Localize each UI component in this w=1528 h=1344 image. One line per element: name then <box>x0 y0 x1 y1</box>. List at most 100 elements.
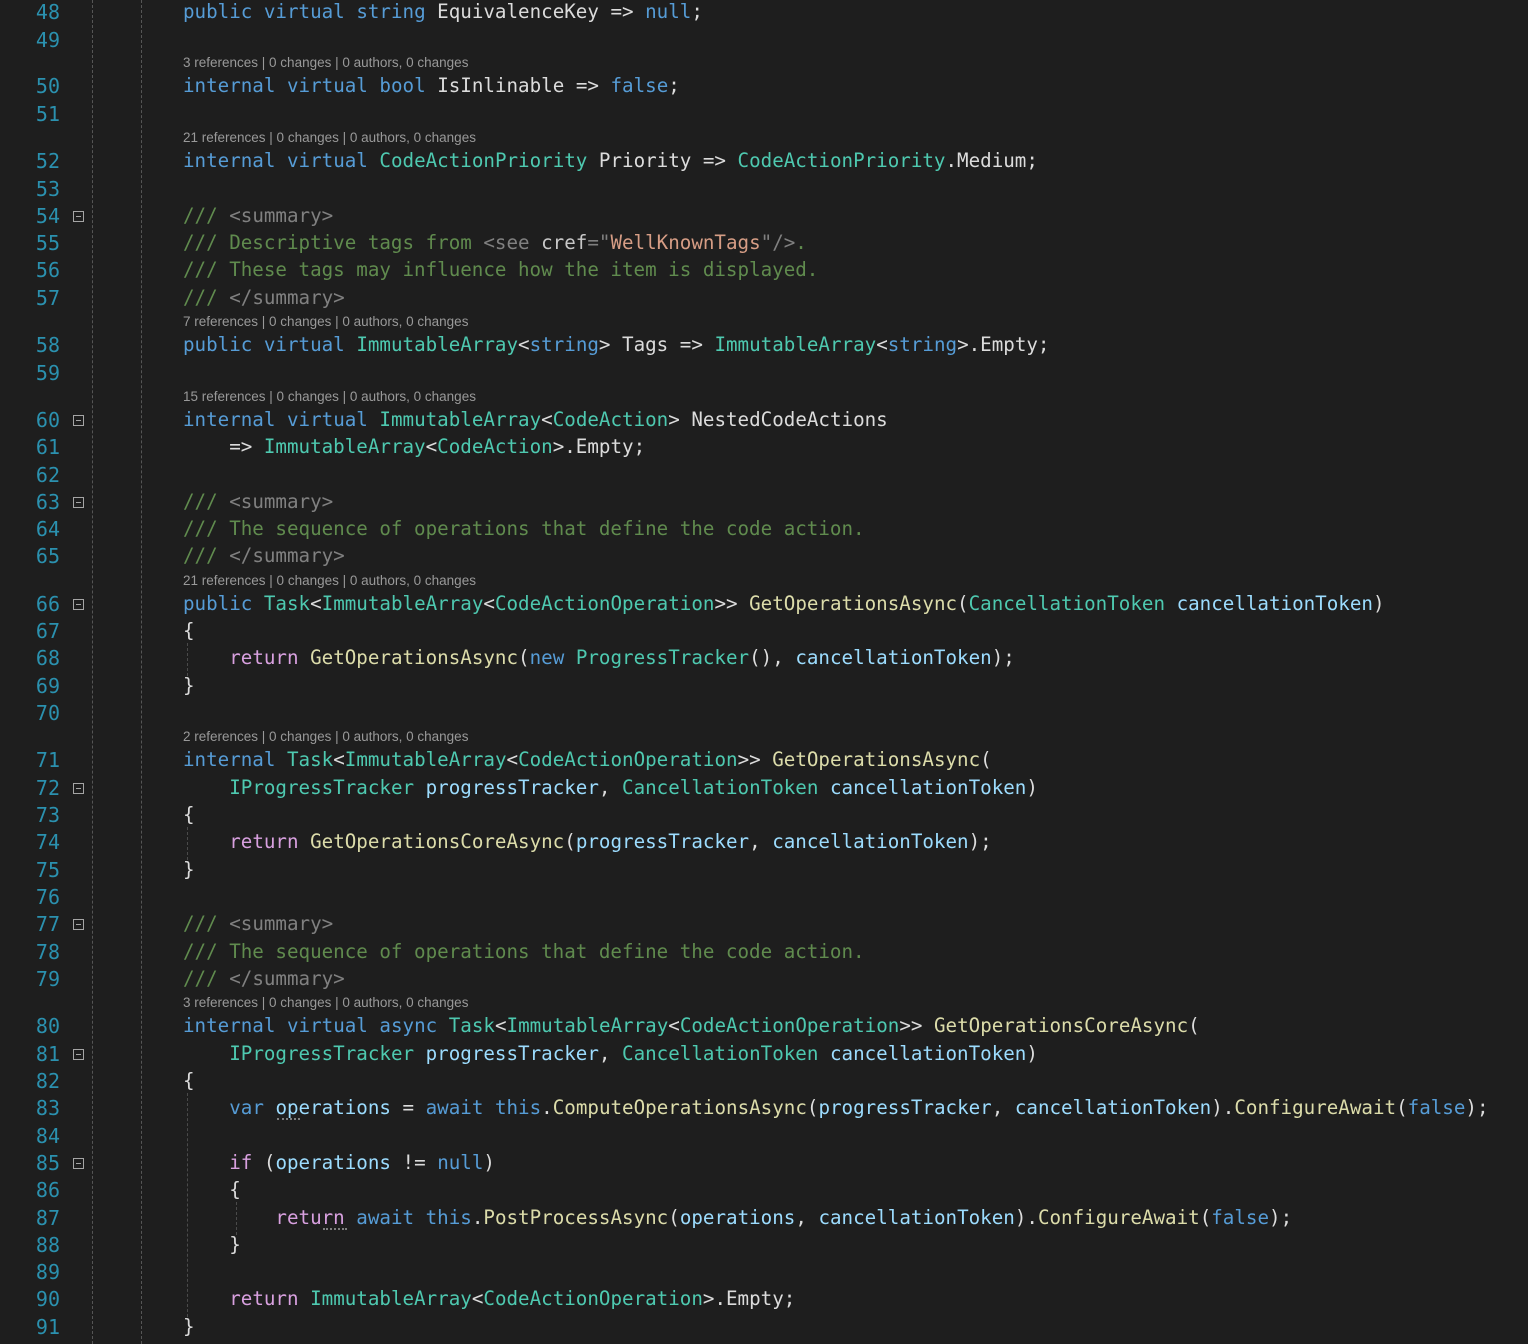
code-lens-references[interactable]: 7 references | 0 changes | 0 authors, 0 … <box>183 314 468 330</box>
code-token: virtual <box>286 74 368 97</box>
collapse-minus-icon[interactable] <box>73 415 84 426</box>
code-token: internal <box>183 748 276 771</box>
code-line[interactable]: IProgressTracker progressTracker, Cancel… <box>183 774 1038 802</box>
code-line[interactable]: return ImmutableArray<CodeActionOperatio… <box>183 1285 795 1313</box>
code-token: . <box>471 1206 484 1229</box>
code-token: internal <box>183 408 276 431</box>
code-token: GetOperationsAsync <box>310 646 519 669</box>
line-number: 87 <box>35 1206 60 1230</box>
line-number: 76 <box>35 885 60 909</box>
line-number: 74 <box>35 830 60 854</box>
code-token: CodeActionOperation <box>483 1287 703 1310</box>
code-token: /// <box>183 490 230 513</box>
collapse-minus-icon[interactable] <box>73 783 84 794</box>
code-lens-references[interactable]: 21 references | 0 changes | 0 authors, 0… <box>183 130 476 146</box>
code-line[interactable]: } <box>183 1231 241 1259</box>
code-token: ConfigureAwait <box>1037 1206 1200 1229</box>
code-line[interactable]: internal Task<ImmutableArray<CodeActionO… <box>183 746 992 774</box>
code-token: ImmutableArray <box>310 1287 472 1310</box>
code-line[interactable]: { <box>183 1067 195 1095</box>
code-line[interactable]: => ImmutableArray<CodeAction>.Empty; <box>183 433 645 461</box>
code-line[interactable]: public virtual ImmutableArray<string> Ta… <box>183 331 1049 359</box>
code-line[interactable]: return await this.PostProcessAsync(opera… <box>183 1204 1292 1232</box>
code-token: , <box>598 1042 623 1065</box>
code-token: CodeActionOperation <box>679 1014 900 1037</box>
code-token: public <box>183 0 253 23</box>
collapse-minus-icon[interactable] <box>73 497 84 508</box>
code-line[interactable]: internal virtual bool IsInlinable => fal… <box>183 72 680 100</box>
code-line[interactable]: var operations = await this.ComputeOpera… <box>183 1094 1488 1122</box>
code-editor[interactable]: 48 49 50 51 52 53 54 55 56 57 58 59 60 61 62 63 64 65 66 67… <box>0 0 1528 1344</box>
code-token: >> <box>714 592 750 615</box>
line-number: 58 <box>35 333 60 357</box>
code-token: { <box>183 803 195 826</box>
code-line[interactable]: internal virtual async Task<ImmutableArr… <box>183 1012 1200 1040</box>
code-token: = <box>390 1096 426 1119</box>
line-number: 83 <box>35 1096 60 1120</box>
collapse-minus-icon[interactable] <box>73 211 84 222</box>
code-line[interactable]: { <box>183 1176 241 1204</box>
code-line[interactable]: } <box>183 1313 195 1341</box>
code-token: string <box>529 333 599 356</box>
code-line[interactable]: /// </summary> <box>183 965 345 993</box>
code-line[interactable]: } <box>183 672 195 700</box>
code-token: return <box>275 1206 345 1229</box>
code-lens-references[interactable]: 3 references | 0 changes | 0 authors, 0 … <box>183 55 468 71</box>
code-line[interactable]: { <box>183 801 195 829</box>
code-line[interactable]: } <box>183 856 195 884</box>
code-line[interactable]: return GetOperationsAsync(new ProgressTr… <box>183 644 1015 672</box>
code-line[interactable]: public Task<ImmutableArray<CodeActionOpe… <box>183 590 1385 618</box>
code-line[interactable]: /// The sequence of operations that defi… <box>183 938 865 966</box>
code-token: public <box>183 333 253 356</box>
code-line[interactable]: /// <summary> <box>183 202 333 230</box>
code-line[interactable]: public virtual string EquivalenceKey => … <box>183 0 703 26</box>
code-token: } <box>183 1233 241 1256</box>
code-token: . <box>541 1096 553 1119</box>
code-line[interactable]: internal virtual CodeActionPriority Prio… <box>183 147 1038 175</box>
code-line[interactable]: /// </summary> <box>183 284 345 312</box>
code-token: ) <box>1372 592 1385 615</box>
collapse-minus-icon[interactable] <box>73 599 84 610</box>
code-token: cancellationToken <box>1176 592 1373 615</box>
code-token: CodeActionPriority <box>737 149 946 172</box>
code-token: operations <box>275 1151 391 1174</box>
code-line[interactable]: internal virtual ImmutableArray<CodeActi… <box>183 406 888 434</box>
code-line[interactable]: { <box>183 617 195 645</box>
code-token: CodeAction <box>552 408 669 431</box>
code-lens-references[interactable]: 2 references | 0 changes | 0 authors, 0 … <box>183 729 468 745</box>
code-lens-references[interactable]: 3 references | 0 changes | 0 authors, 0 … <box>183 995 468 1011</box>
code-token: ( <box>980 748 992 771</box>
code-token: cref <box>541 231 588 254</box>
code-token: CancellationToken <box>622 776 819 799</box>
code-line[interactable]: if (operations != null) <box>183 1149 495 1177</box>
code-token: internal <box>183 1014 276 1037</box>
collapse-minus-icon[interactable] <box>73 1158 84 1169</box>
collapse-minus-icon[interactable] <box>73 1049 84 1060</box>
code-token: /// <box>183 967 230 990</box>
code-token: IProgressTracker <box>229 776 415 799</box>
line-number: 69 <box>35 674 60 698</box>
code-line[interactable]: return GetOperationsCoreAsync(progressTr… <box>183 828 991 856</box>
code-line[interactable]: IProgressTracker progressTracker, Cancel… <box>183 1040 1038 1068</box>
code-lens-references[interactable]: 15 references | 0 changes | 0 authors, 0… <box>183 389 476 405</box>
code-token: virtual <box>286 1014 368 1037</box>
code-token: operations <box>275 1096 391 1119</box>
code-line[interactable]: /// Descriptive tags from <see cref="Wel… <box>183 229 807 257</box>
code-line[interactable]: /// <summary> <box>183 488 333 516</box>
collapse-minus-icon[interactable] <box>73 919 84 930</box>
code-line[interactable]: /// These tags may influence how the ite… <box>183 256 818 284</box>
code-token: progressTracker <box>575 830 750 853</box>
code-lens-references[interactable]: 21 references | 0 changes | 0 authors, 0… <box>183 573 476 589</box>
code-line[interactable]: /// </summary> <box>183 542 345 570</box>
code-token: return <box>229 830 299 853</box>
code-line[interactable]: /// The sequence of operations that defi… <box>183 515 865 543</box>
code-line[interactable]: /// <summary> <box>183 910 333 938</box>
